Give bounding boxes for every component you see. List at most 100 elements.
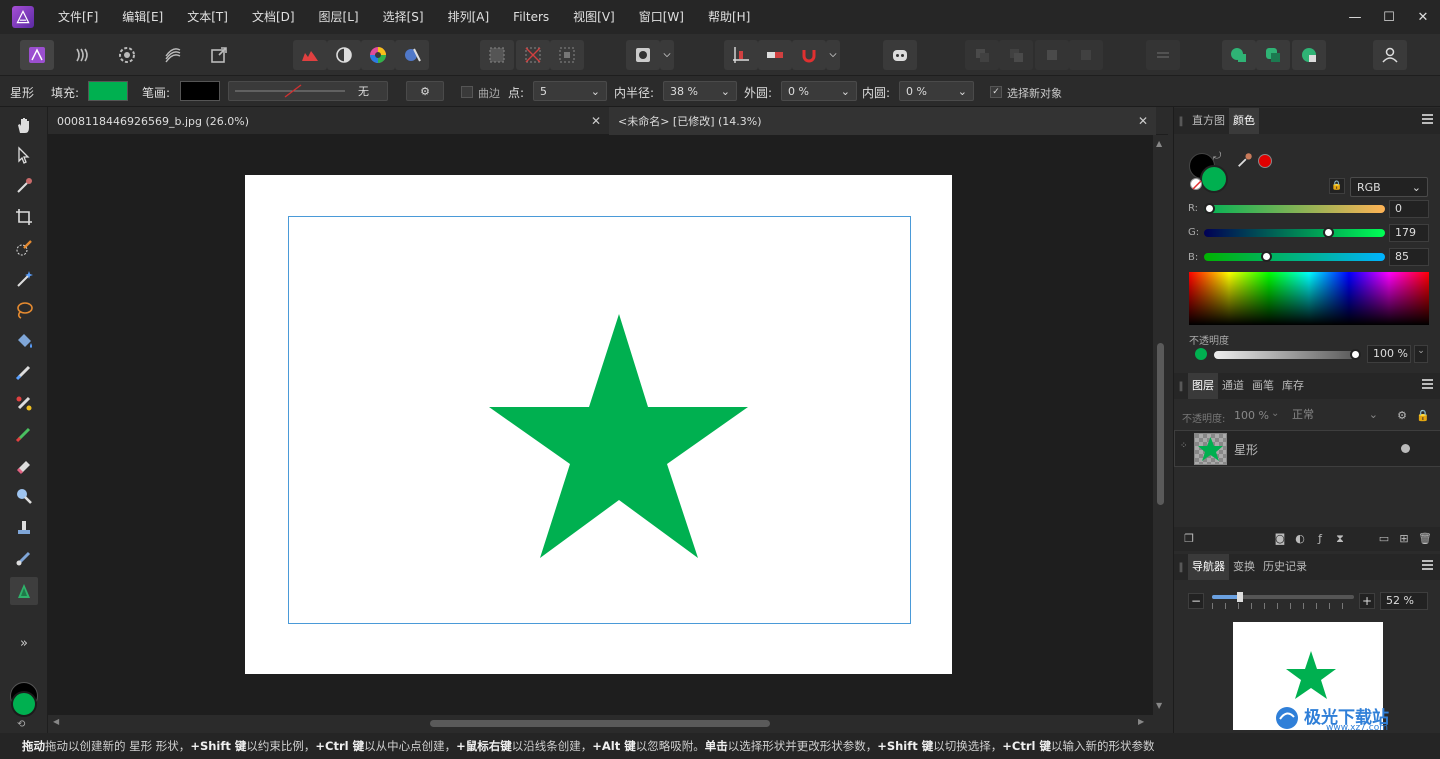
menu-help[interactable]: 帮助[H] (696, 0, 762, 34)
b-slider[interactable] (1204, 251, 1385, 262)
account-icon[interactable] (1373, 40, 1407, 70)
vertical-scrollbar[interactable]: ▲ ▼ (1153, 135, 1168, 715)
healing-brush-tool-icon[interactable] (10, 544, 38, 572)
lock-icon[interactable]: 🔒 (1416, 410, 1430, 422)
photo-persona-icon[interactable] (20, 40, 54, 70)
select-new-checkbox[interactable]: ✓ (990, 86, 1002, 98)
color-mode-dropdown[interactable]: RGB ⌄ (1350, 177, 1428, 197)
new-layer-icon[interactable]: ⊞ (1398, 533, 1410, 545)
fill-swatch[interactable] (88, 81, 128, 101)
color-picker-tool-icon[interactable] (10, 172, 38, 200)
color-wheel-icon[interactable] (361, 40, 395, 70)
zoom-in-button[interactable]: + (1359, 593, 1375, 609)
snapping-magnet-icon[interactable] (792, 40, 826, 70)
no-color-icon[interactable] (1190, 178, 1202, 190)
tab-document-1[interactable]: 0008118446926569_b.jpg (26.0%) ✕ (48, 107, 609, 135)
r-value[interactable]: 0 (1389, 200, 1429, 218)
scroll-left-icon[interactable]: ◀ (53, 717, 59, 726)
color-spectrum[interactable] (1189, 272, 1429, 325)
delete-layer-icon[interactable]: 🗑 (1418, 533, 1432, 545)
app-logo-icon[interactable] (12, 6, 34, 28)
assistant-icon[interactable] (883, 40, 917, 70)
selection-brush-tool-icon[interactable] (10, 234, 38, 262)
menu-filters[interactable]: Filters (501, 0, 561, 34)
menu-layer[interactable]: 图层[L] (307, 0, 371, 34)
zoom-out-button[interactable]: − (1188, 593, 1204, 609)
color-replace-tool-icon[interactable] (10, 389, 38, 417)
shape-tool-icon[interactable] (10, 577, 38, 605)
tab-transform[interactable]: 变换 (1229, 554, 1259, 580)
boolean-intersect-icon[interactable] (1292, 40, 1326, 70)
tab-stock[interactable]: 库存 (1278, 373, 1308, 399)
inner-circle-dropdown[interactable]: 0 % ⌄ (899, 81, 974, 101)
horizontal-scrollbar[interactable]: ◀ ▶ (48, 715, 1153, 730)
style-icon[interactable] (395, 40, 429, 70)
deselect-icon[interactable] (516, 40, 550, 70)
points-dropdown[interactable]: 5 ⌄ (533, 81, 607, 101)
close-button[interactable]: ✕ (1406, 0, 1440, 34)
arrange-forward-icon[interactable] (965, 40, 999, 70)
histogram-icon[interactable] (293, 40, 327, 70)
layer-drag-handle-icon[interactable]: ⁘ (1180, 441, 1188, 451)
flood-fill-tool-icon[interactable] (10, 327, 38, 355)
picked-color-swatch[interactable] (1258, 154, 1272, 168)
close-icon[interactable]: ✕ (591, 114, 601, 128)
panel-grip-icon[interactable]: ‖ (1174, 373, 1188, 399)
opacity-value[interactable]: 100 % (1367, 345, 1411, 363)
maximize-button[interactable]: ☐ (1372, 0, 1406, 34)
align-icon[interactable] (1146, 40, 1180, 70)
hand-tool-icon[interactable] (10, 111, 38, 139)
tab-history[interactable]: 历史记录 (1259, 554, 1311, 580)
panel-grip-icon[interactable]: ‖ (1174, 554, 1188, 580)
menu-view[interactable]: 视图[V] (561, 0, 627, 34)
swap-colors-icon[interactable]: ⟲ (17, 719, 25, 730)
fx-icon[interactable]: ƒ (1314, 533, 1326, 545)
panel-menu-icon[interactable] (1422, 379, 1433, 389)
pixel-tool-icon[interactable] (10, 420, 38, 448)
tab-channels[interactable]: 通道 (1218, 373, 1248, 399)
more-tools-button[interactable]: » (10, 629, 38, 657)
paint-brush-tool-icon[interactable] (10, 358, 38, 386)
primary-color-swatch[interactable] (11, 691, 37, 717)
close-icon[interactable]: ✕ (1138, 114, 1148, 128)
tab-document-2[interactable]: <未命名> [已修改] (14.3%) ✕ (609, 107, 1156, 135)
adjustment-layer-icon[interactable]: ◐ (1294, 533, 1306, 545)
selection-bounding-box[interactable] (288, 216, 911, 624)
adjustment-icon[interactable] (327, 40, 361, 70)
arrange-back-icon[interactable] (999, 40, 1033, 70)
swap-colors-icon[interactable]: ⤾ (1213, 151, 1221, 162)
arrange-bottom-icon[interactable] (1069, 40, 1103, 70)
export-persona-icon[interactable] (202, 40, 236, 70)
tab-color[interactable]: 颜色 (1229, 108, 1259, 134)
tone-mapping-persona-icon[interactable] (156, 40, 190, 70)
develop-persona-icon[interactable] (110, 40, 144, 70)
crop-tool-icon[interactable] (10, 203, 38, 231)
boolean-subtract-icon[interactable] (1256, 40, 1290, 70)
quick-mask-dropdown-icon[interactable] (660, 40, 674, 70)
group-icon[interactable]: ▭ (1378, 533, 1390, 545)
b-slider-knob[interactable] (1260, 251, 1272, 262)
g-value[interactable]: 179 (1389, 224, 1429, 242)
star-shape[interactable] (289, 217, 910, 623)
primary-color-circle[interactable] (1200, 165, 1228, 193)
layer-adjust-icon[interactable]: ❐ (1183, 533, 1195, 545)
curve-checkbox[interactable] (461, 86, 473, 98)
zoom-value[interactable]: 52 % (1380, 592, 1428, 610)
dodge-tool-icon[interactable] (10, 482, 38, 510)
zoom-slider[interactable] (1212, 592, 1354, 602)
eyedropper-icon[interactable] (1236, 151, 1254, 169)
panel-menu-icon[interactable] (1422, 560, 1433, 570)
snap-toggle-icon[interactable] (758, 40, 792, 70)
mask-layer-icon[interactable]: ◙ (1274, 533, 1286, 545)
lasso-tool-icon[interactable] (10, 296, 38, 324)
stroke-settings-button[interactable]: ⚙ (406, 81, 444, 101)
r-slider-knob[interactable] (1204, 203, 1215, 214)
chevron-down-icon[interactable]: ⌄ (1414, 345, 1428, 363)
menu-file[interactable]: 文件[F] (46, 0, 110, 34)
layer-row[interactable]: ⁘ 星形 (1174, 430, 1440, 467)
horizontal-scroll-thumb[interactable] (430, 720, 770, 727)
quick-mask-icon[interactable] (626, 40, 660, 70)
tab-layers[interactable]: 图层 (1188, 373, 1218, 399)
menu-select[interactable]: 选择[S] (371, 0, 436, 34)
boolean-add-icon[interactable] (1222, 40, 1256, 70)
